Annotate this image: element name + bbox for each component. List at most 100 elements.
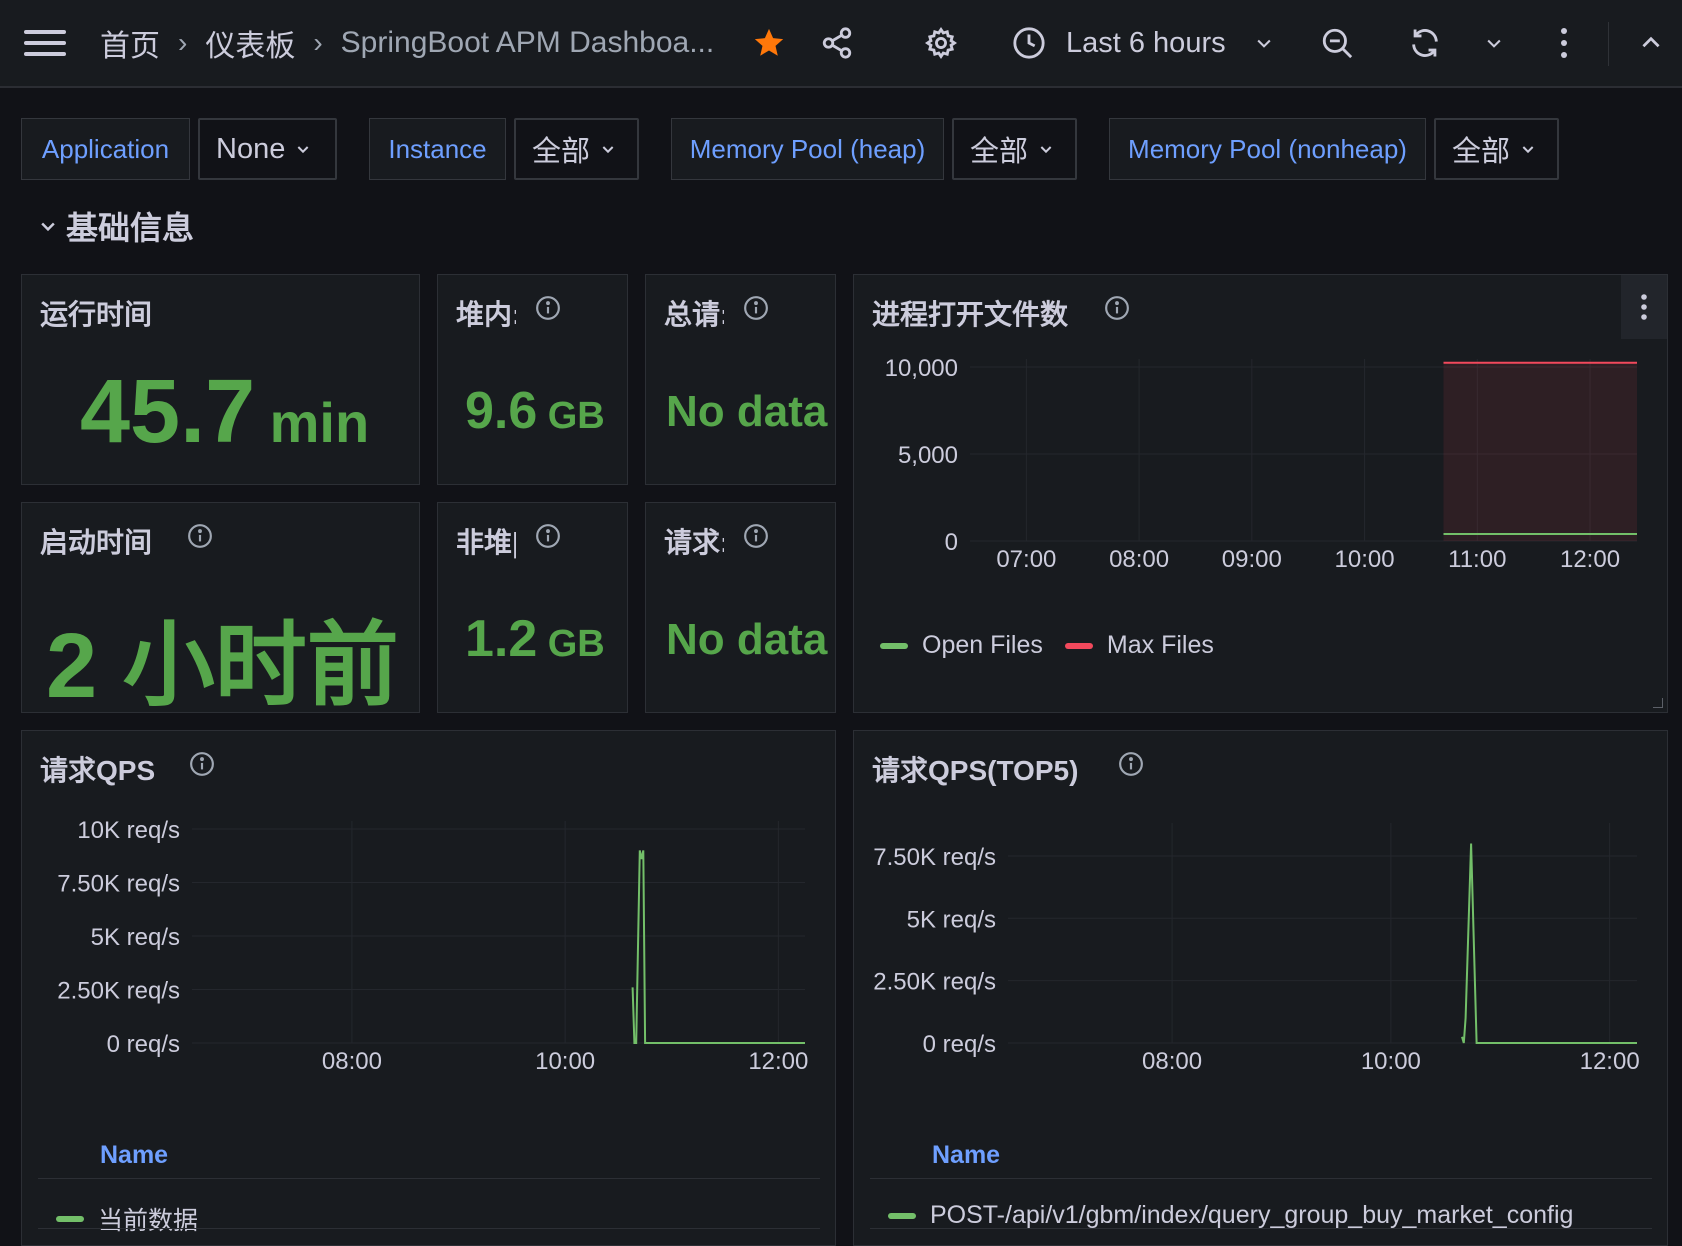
x-tick-label: 12:00 xyxy=(1560,546,1620,573)
share-button[interactable] xyxy=(820,0,854,86)
row-header-basic-info[interactable]: 基础信息 xyxy=(38,206,194,246)
stat-value: 9.6 GB xyxy=(465,381,605,441)
variable-select-instance[interactable]: 全部 xyxy=(514,118,639,180)
info-icon[interactable] xyxy=(535,295,561,321)
variable-label-memory-pool-nonheap: Memory Pool (nonheap) xyxy=(1109,118,1426,180)
y-tick-label: 7.50K req/s xyxy=(873,844,996,871)
breadcrumb-separator: › xyxy=(178,27,188,58)
legend-item-max-files[interactable]: Max Files xyxy=(1107,631,1214,660)
menu-toggle-button[interactable] xyxy=(24,0,66,86)
info-icon[interactable] xyxy=(1118,751,1144,777)
x-tick-label: 11:00 xyxy=(1448,546,1506,573)
panel-uptime: 运行时间 45.7 min xyxy=(21,274,420,485)
y-tick-label: 2.50K req/s xyxy=(57,978,180,1005)
legend-name-header[interactable]: Name xyxy=(100,1141,168,1170)
chevron-down-icon xyxy=(1522,146,1534,154)
info-icon[interactable] xyxy=(189,751,215,777)
variable-label-application: Application xyxy=(21,118,190,180)
y-tick-label: 10,000 xyxy=(885,355,958,382)
y-tick-label: 0 req/s xyxy=(923,1031,996,1058)
info-icon[interactable] xyxy=(535,523,561,549)
star-icon xyxy=(754,28,784,56)
resize-handle-icon[interactable] xyxy=(1653,698,1663,708)
x-tick-label: 09:00 xyxy=(1222,546,1282,573)
series-line xyxy=(1461,843,1637,1044)
stat-unit: min xyxy=(269,391,370,454)
breadcrumb-current: SpringBoot APM Dashboa... xyxy=(340,26,715,59)
chevron-down-icon xyxy=(1040,146,1052,154)
chevron-down-icon xyxy=(297,146,309,154)
breadcrumb-separator: › xyxy=(313,27,323,58)
y-tick-label: 10K req/s xyxy=(77,817,180,844)
legend-label: 当前数据 xyxy=(98,1207,199,1235)
collapse-header-button[interactable] xyxy=(1638,0,1664,86)
legend-divider xyxy=(870,1178,1652,1179)
variable-select-memory-pool-nonheap[interactable]: 全部 xyxy=(1434,118,1559,180)
request-qps-chart: 10K req/s 7.50K req/s 5K req/s 2.50K req/s 0… xyxy=(57,817,808,1071)
chevron-down-icon xyxy=(1257,39,1271,48)
stat-value: 1.2 GB xyxy=(465,609,605,669)
stat-unit: GB xyxy=(547,395,605,437)
refresh-icon xyxy=(1412,29,1438,57)
open-files-chart: 10,000 5,000 0 07:00 08:00 09:00 10:00 11:00 12:… xyxy=(885,355,1637,573)
chevron-down-icon xyxy=(41,222,55,232)
breadcrumb-home[interactable]: 首页 xyxy=(100,21,160,65)
x-tick-label: 07:00 xyxy=(996,546,1056,573)
kebab-menu-icon xyxy=(1561,28,1567,58)
dashboard-settings-button[interactable] xyxy=(924,0,958,86)
legend: Open Files Max Files xyxy=(880,631,1214,660)
favorite-button[interactable] xyxy=(752,0,786,86)
x-tick-label: 08:00 xyxy=(1109,546,1169,573)
refresh-button[interactable] xyxy=(1408,0,1442,86)
panel-requests: 请求: No data xyxy=(645,502,836,713)
x-tick-label: 12:00 xyxy=(748,1048,808,1071)
chevron-down-icon xyxy=(1487,39,1501,48)
legend-name-header[interactable]: Name xyxy=(932,1141,1000,1170)
variable-label-memory-pool-heap: Memory Pool (heap) xyxy=(671,118,944,180)
more-options-button[interactable] xyxy=(1558,0,1570,86)
stat-value: 2 小时前 xyxy=(46,615,399,713)
legend-divider xyxy=(870,1228,1652,1229)
legend-swatch xyxy=(880,642,908,649)
stat-value: 45.7 min xyxy=(80,361,369,464)
legend-label: POST-/api/v1/gbm/index/query_group_buy_m… xyxy=(930,1201,1574,1229)
legend-divider xyxy=(38,1178,820,1179)
kebab-menu-icon xyxy=(1641,294,1647,320)
stat-number: 45.7 xyxy=(80,362,256,462)
info-icon[interactable] xyxy=(1104,295,1130,321)
stat-number: 1.2 xyxy=(465,610,538,668)
info-icon[interactable] xyxy=(187,523,213,549)
hamburger-icon xyxy=(24,30,66,56)
refresh-interval-dropdown[interactable] xyxy=(1484,0,1504,86)
panel-title: 启动时间 xyxy=(40,527,153,558)
legend-swatch xyxy=(56,1216,84,1222)
legend-item-open-files[interactable]: Open Files xyxy=(922,631,1043,660)
panel-total-requests: 总请: No data xyxy=(645,274,836,485)
clock-icon xyxy=(1013,27,1045,59)
zoom-out-button[interactable] xyxy=(1320,0,1354,86)
y-tick-label: 5K req/s xyxy=(91,924,180,951)
panel-request-qps-top5: 请求QPS(TOP5) 7.50K req/s 5K req/s 2.50K req… xyxy=(853,730,1668,1246)
panel-title: 请求QPS xyxy=(40,755,156,786)
info-icon[interactable] xyxy=(743,295,769,321)
time-range-picker[interactable]: Last 6 hours xyxy=(1012,0,1274,86)
x-tick-label: 08:00 xyxy=(1142,1048,1202,1071)
breadcrumb-dashboards[interactable]: 仪表板 xyxy=(205,21,295,65)
row-title: 基础信息 xyxy=(66,210,195,246)
variable-select-memory-pool-heap[interactable]: 全部 xyxy=(952,118,1077,180)
panel-title: 总请: xyxy=(664,299,724,330)
legend-item-endpoint[interactable]: POST-/api/v1/gbm/index/query_group_buy_m… xyxy=(888,1201,1573,1230)
x-tick-label: 10:00 xyxy=(1361,1048,1421,1071)
y-tick-label: 0 xyxy=(945,529,958,556)
variable-select-application[interactable]: None xyxy=(198,118,337,180)
x-tick-label: 08:00 xyxy=(322,1048,382,1071)
panel-menu-button[interactable] xyxy=(1621,275,1667,339)
chevron-down-icon xyxy=(602,146,614,154)
legend-item-current-data[interactable]: 当前数据 xyxy=(56,1201,198,1237)
panel-title: 请求: xyxy=(664,527,724,558)
info-icon[interactable] xyxy=(743,523,769,549)
variable-value: 全部 xyxy=(970,136,1029,168)
panel-open-files: 进程打开文件数 10,000 5,000 0 07:00 08:00 09:00 10:00… xyxy=(853,274,1668,713)
series-line xyxy=(631,850,805,1044)
legend-swatch xyxy=(1064,642,1093,649)
